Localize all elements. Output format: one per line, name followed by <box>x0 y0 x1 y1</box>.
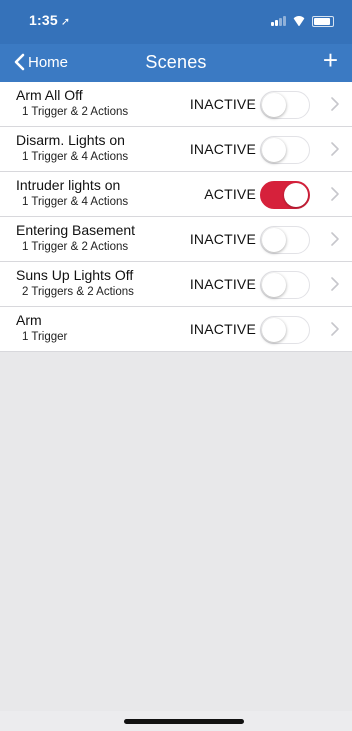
scene-summary: 1 Trigger & 2 Actions <box>22 241 129 253</box>
toggle-knob <box>284 183 308 207</box>
scene-status-label: INACTIVE <box>189 141 256 157</box>
page-title: Scenes <box>145 52 207 72</box>
scene-status-label: INACTIVE <box>189 231 256 247</box>
chevron-right-icon[interactable] <box>330 97 340 111</box>
scene-list: Arm All Off 1 Trigger & 2 Actions INACTIVE… <box>0 82 352 352</box>
status-bar: 1:35 ➚ <box>0 0 352 44</box>
scene-active-toggle[interactable] <box>260 271 310 299</box>
scene-active-toggle[interactable] <box>260 91 310 119</box>
scene-status-label: ACTIVE <box>204 186 256 202</box>
scene-row[interactable]: Arm 1 Trigger INACTIVE <box>0 307 352 352</box>
toggle-knob <box>262 138 286 162</box>
cellular-signal-icon <box>271 16 286 26</box>
scene-status-label: INACTIVE <box>189 276 256 292</box>
scene-status-label: INACTIVE <box>189 321 256 337</box>
scene-name: Intruder lights on <box>16 177 121 193</box>
toggle-knob <box>262 228 286 252</box>
home-indicator[interactable] <box>124 719 244 724</box>
scene-status-label: INACTIVE <box>189 96 256 112</box>
phone-screen: 1:35 ➚ Home Scenes + Arm All Off 1 Trigger… <box>0 0 352 731</box>
chevron-right-icon[interactable] <box>330 142 340 156</box>
scene-row[interactable]: Entering Basement 1 Trigger & 2 Actions IN… <box>0 217 352 262</box>
add-scene-button[interactable]: + <box>323 47 338 73</box>
status-icons <box>271 14 334 28</box>
scene-active-toggle[interactable] <box>260 181 310 209</box>
app-header: 1:35 ➚ Home Scenes + <box>0 0 352 82</box>
location-arrow-icon: ➚ <box>60 16 71 28</box>
scene-row[interactable]: Suns Up Lights Off 2 Triggers & 2 Actions… <box>0 262 352 307</box>
toggle-knob <box>262 93 286 117</box>
scene-row[interactable]: Disarm. Lights on 1 Trigger & 4 Actions IN… <box>0 127 352 172</box>
toggle-knob <box>262 318 286 342</box>
scene-summary: 1 Trigger & 4 Actions <box>22 151 129 163</box>
scene-row[interactable]: Arm All Off 1 Trigger & 2 Actions INACTIVE <box>0 82 352 127</box>
status-time-text: 1:35 <box>29 12 58 28</box>
chevron-right-icon[interactable] <box>330 187 340 201</box>
scene-active-toggle[interactable] <box>260 316 310 344</box>
toggle-knob <box>262 273 286 297</box>
chevron-right-icon[interactable] <box>330 322 340 336</box>
scene-name: Suns Up Lights Off <box>16 267 134 283</box>
scene-summary: 1 Trigger & 2 Actions <box>22 106 129 118</box>
scene-name: Entering Basement <box>16 222 136 238</box>
scene-summary: 1 Trigger <box>22 331 68 343</box>
scene-active-toggle[interactable] <box>260 136 310 164</box>
status-time: 1:35 ➚ <box>29 12 70 28</box>
scene-name: Arm All Off <box>16 87 83 103</box>
navigation-bar: Home Scenes + <box>0 44 352 82</box>
chevron-right-icon[interactable] <box>330 232 340 246</box>
scene-summary: 1 Trigger & 4 Actions <box>22 196 129 208</box>
scene-summary: 2 Triggers & 2 Actions <box>22 286 134 298</box>
chevron-right-icon[interactable] <box>330 277 340 291</box>
scene-active-toggle[interactable] <box>260 226 310 254</box>
scene-name: Arm <box>16 312 42 328</box>
wifi-icon <box>292 16 306 26</box>
battery-icon <box>312 15 334 27</box>
scene-name: Disarm. Lights on <box>16 132 125 148</box>
scene-row[interactable]: Intruder lights on 1 Trigger & 4 Actions A… <box>0 172 352 217</box>
